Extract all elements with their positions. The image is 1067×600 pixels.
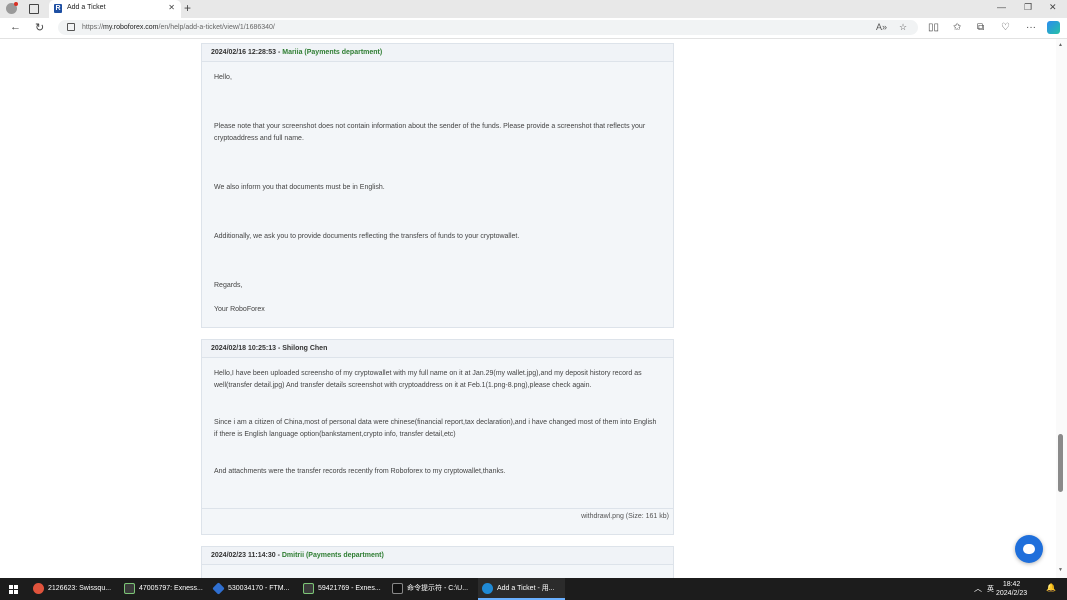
taskbar-item-label: 2126623: Swissqu... — [48, 585, 112, 592]
message-date: 2024/02/18 10:25:13 — [211, 345, 276, 352]
read-aloud-icon[interactable]: A» — [876, 22, 887, 32]
message-paragraph: Please note that your screenshot does no… — [214, 123, 646, 142]
refresh-icon[interactable]: ↻ — [35, 21, 44, 34]
more-menu-icon[interactable]: ··· — [1026, 22, 1036, 33]
message-paragraph: Additionally, we ask you to provide docu… — [214, 233, 520, 240]
tab-add-a-ticket[interactable]: R Add a Ticket ✕ — [49, 0, 181, 18]
minimize-icon[interactable]: — — [997, 2, 1006, 12]
split-screen-icon[interactable]: ▯▯ — [928, 22, 939, 33]
new-tab-icon[interactable]: + — [184, 1, 191, 15]
navigation-bar: ← ↻ https://my.roboforex.com/en/help/add… — [0, 18, 1067, 39]
live-chat-button[interactable] — [1015, 535, 1043, 563]
message-paragraph: Hello,I have been uploaded screensho of … — [214, 370, 642, 389]
metatrader-app-icon — [303, 583, 314, 594]
message-header: 2024/02/23 11:14:30 - Dmitrii (Payments … — [202, 547, 673, 565]
browser-essentials-icon[interactable]: ♡ — [1001, 22, 1010, 33]
notification-dot — [14, 2, 18, 6]
message-author: Shilong Chen — [282, 345, 328, 352]
chat-bubble-icon — [1023, 544, 1035, 554]
notifications-icon[interactable]: 🔔 — [1046, 583, 1056, 592]
windows-taskbar: 2126623: Swissqu... 47005797: Exness... … — [0, 578, 1067, 600]
taskbar-item[interactable]: 59421769 - Exnes... — [303, 578, 388, 600]
show-hidden-icons-icon[interactable]: ︿ — [974, 583, 982, 594]
metatrader-app-icon — [124, 583, 135, 594]
taskbar-item[interactable]: 530034170 - FTM... — [212, 578, 298, 600]
clock-time: 18:42 — [1002, 581, 1021, 588]
ticket-message: 2024/02/23 11:14:30 - Dmitrii (Payments … — [201, 546, 674, 579]
message-author: Dmitrii (Payments department) — [281, 552, 384, 559]
windows-start-icon[interactable] — [9, 585, 18, 594]
command-prompt-icon — [392, 583, 403, 594]
clock-date: 2024/2/23 — [996, 590, 1028, 597]
message-header: 2024/02/16 12:28:53 - Mariia (Payments d… — [202, 44, 673, 62]
message-paragraph: And attachments were the transfer record… — [214, 468, 506, 475]
url-text[interactable]: https://my.roboforex.com/en/help/add-a-t… — [82, 24, 275, 31]
address-bar[interactable]: https://my.roboforex.com/en/help/add-a-t… — [58, 20, 918, 35]
tab-close-icon[interactable]: ✕ — [168, 3, 175, 12]
message-body: Hello, Please note that your screenshot … — [202, 62, 673, 316]
system-clock[interactable]: 18:42 2024/2/23 — [996, 580, 1027, 598]
message-body: Hello,I have been uploaded screensho of … — [202, 358, 673, 508]
page-scrollbar[interactable]: ▲ ▼ — [1056, 39, 1067, 578]
restore-icon[interactable]: ❐ — [1024, 2, 1032, 13]
taskbar-item-label: 59421769 - Exnes... — [318, 585, 381, 592]
tab-title: Add a Ticket — [67, 4, 106, 11]
scroll-down-icon[interactable]: ▼ — [1058, 567, 1063, 573]
tab-bar: R Add a Ticket ✕ + — ❐ ✕ — [0, 0, 1067, 18]
favorite-star-icon[interactable]: ☆ — [899, 22, 907, 33]
message-paragraph: We also inform you that documents must b… — [214, 184, 385, 191]
lock-icon[interactable] — [67, 23, 75, 31]
taskbar-item[interactable]: 命令提示符 - C:\U... — [392, 578, 477, 600]
favorites-icon[interactable]: ✩ — [953, 22, 961, 33]
message-paragraph: Since i am a citizen of China,most of pe… — [214, 419, 657, 438]
taskbar-item[interactable]: 2126623: Swissqu... — [33, 578, 118, 600]
url-prefix: https:// — [82, 24, 104, 31]
roboforex-favicon-icon: R — [54, 4, 62, 13]
input-method-indicator[interactable]: 英 — [987, 584, 994, 594]
url-path: /en/help/add-a-ticket/view/1/1686340/ — [158, 24, 275, 31]
taskbar-item-label: 530034170 - FTM... — [228, 585, 290, 592]
tab-actions-icon[interactable] — [29, 4, 39, 14]
swissquote-app-icon — [33, 583, 44, 594]
ftmo-app-icon — [212, 582, 225, 595]
close-window-icon[interactable]: ✕ — [1049, 2, 1057, 13]
scroll-thumb[interactable] — [1058, 434, 1063, 492]
ticket-message: 2024/02/18 10:25:13 - Shilong Chen Hello… — [201, 339, 674, 535]
attachment-row: withdrawl.png (Size: 161 kb) — [202, 508, 673, 524]
edge-browser-icon — [482, 583, 493, 594]
message-date: 2024/02/16 12:28:53 — [211, 49, 276, 56]
taskbar-item[interactable]: 47005797: Exness... — [124, 578, 209, 600]
scroll-up-icon[interactable]: ▲ — [1058, 42, 1063, 48]
taskbar-item-label: 47005797: Exness... — [139, 585, 203, 592]
taskbar-item-label: Add a Ticket - 用... — [497, 585, 555, 592]
collections-icon[interactable]: ⧉ — [977, 22, 984, 33]
taskbar-item-active[interactable]: Add a Ticket - 用... — [478, 578, 565, 600]
message-paragraph: Your RoboForex — [214, 306, 265, 313]
message-paragraph: Regards, — [214, 282, 243, 289]
copilot-icon[interactable] — [1047, 21, 1060, 34]
message-paragraph: Hello, — [214, 74, 232, 81]
url-host: my.roboforex.com — [103, 24, 159, 31]
taskbar-item-label: 命令提示符 - C:\U... — [407, 585, 469, 592]
message-header: 2024/02/18 10:25:13 - Shilong Chen — [202, 340, 673, 358]
message-date: 2024/02/23 11:14:30 — [211, 552, 276, 559]
back-icon[interactable]: ← — [10, 21, 21, 33]
ticket-message: 2024/02/16 12:28:53 - Mariia (Payments d… — [201, 43, 674, 328]
message-author: Mariia (Payments department) — [282, 49, 383, 56]
attachment-link[interactable]: withdrawl.png (Size: 161 kb) — [581, 513, 669, 520]
